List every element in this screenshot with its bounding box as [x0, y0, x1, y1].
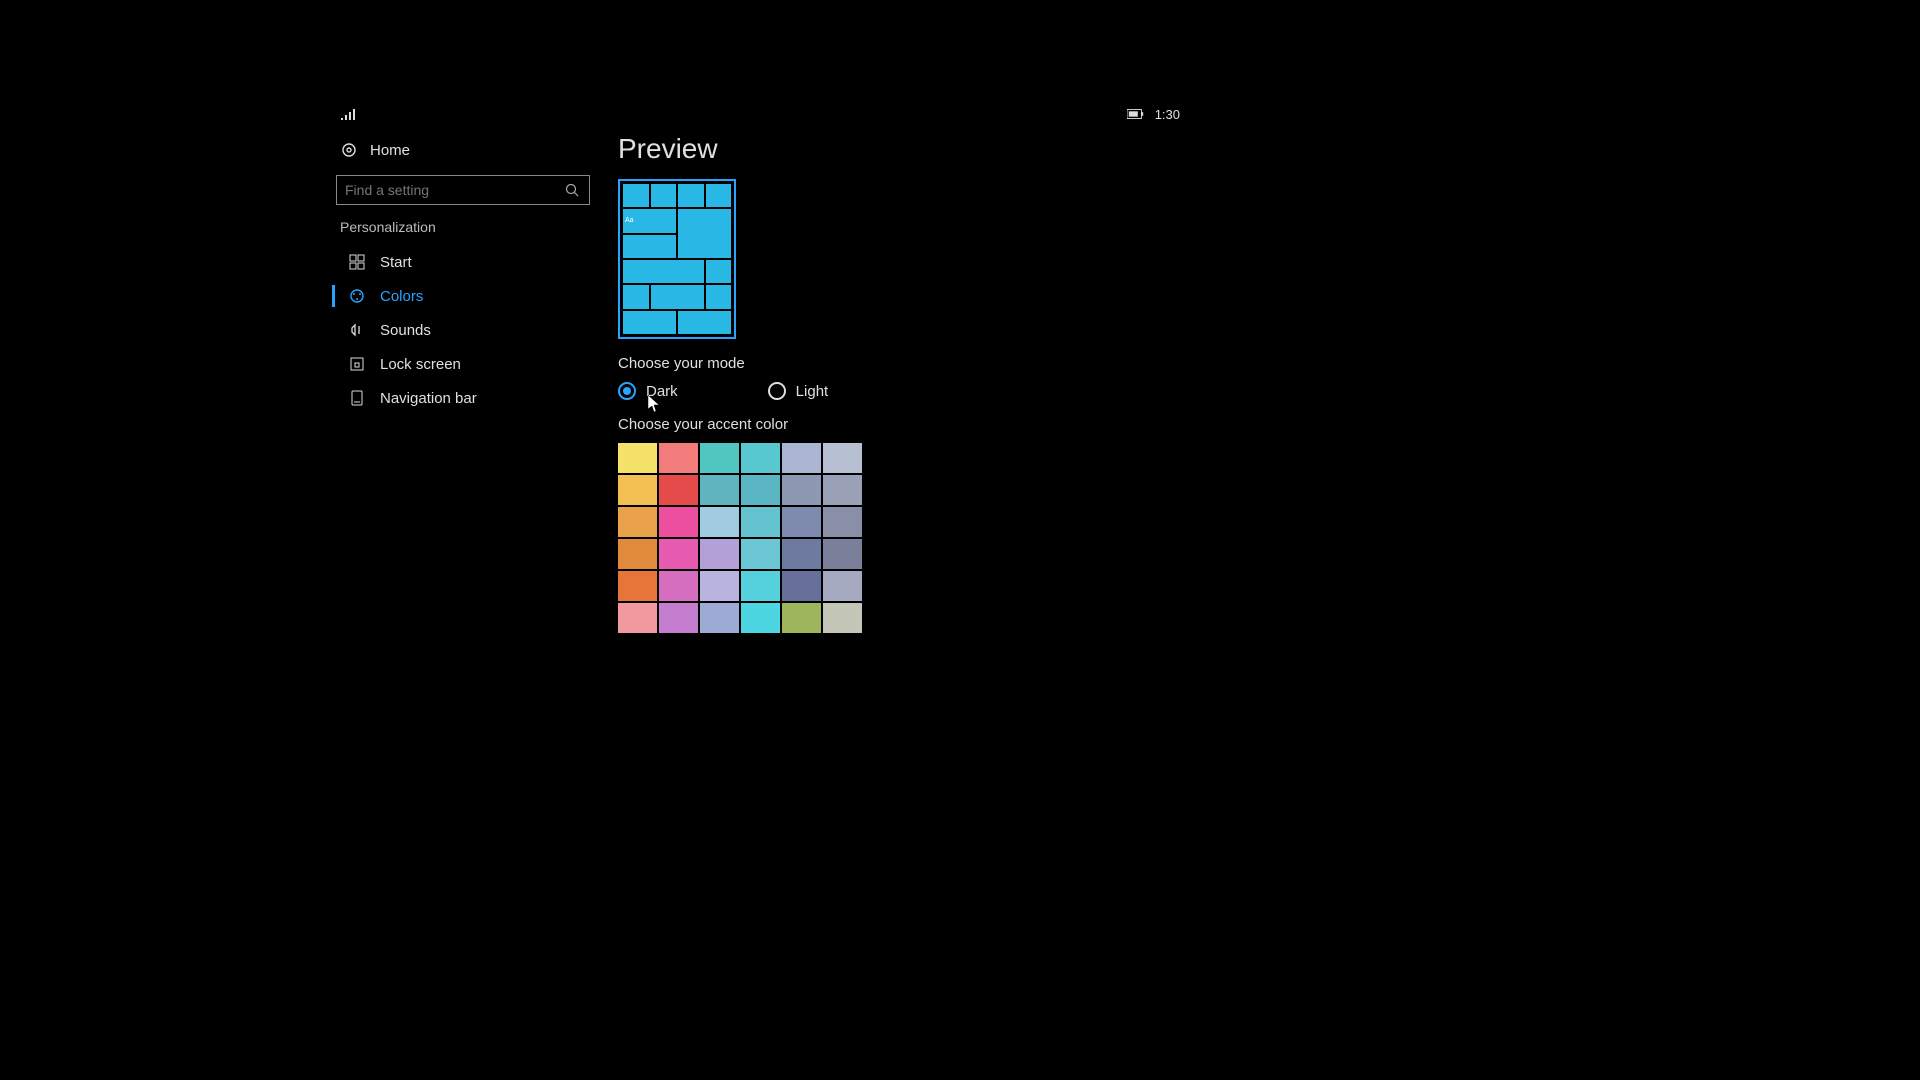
home-label: Home [370, 142, 410, 159]
accent-swatch[interactable] [782, 571, 821, 601]
preview-tile [623, 285, 649, 308]
accent-label: Choose your accent color [618, 416, 1180, 433]
sidebar-item-sounds[interactable]: Sounds [332, 313, 598, 347]
accent-swatch[interactable] [741, 539, 780, 569]
sidebar-item-label: Navigation bar [380, 390, 477, 407]
sidebar-item-colors[interactable]: Colors [332, 279, 598, 313]
sidebar-item-label: Colors [380, 288, 423, 305]
sidebar-item-label: Lock screen [380, 356, 461, 373]
sidebar-item-lock-screen[interactable]: Lock screen [332, 347, 598, 381]
main-panel: Preview Aa Choose your mode [598, 125, 1192, 647]
accent-swatch[interactable] [782, 603, 821, 633]
accent-swatch[interactable] [618, 443, 657, 473]
accent-swatch[interactable] [659, 443, 698, 473]
accent-swatch[interactable] [782, 475, 821, 505]
status-bar: 1:30 [328, 103, 1192, 125]
accent-swatch[interactable] [741, 603, 780, 633]
accent-color-grid [618, 443, 1180, 633]
gear-icon [340, 141, 358, 159]
sidebar-item-navigation-bar[interactable]: Navigation bar [332, 381, 598, 415]
accent-swatch[interactable] [782, 507, 821, 537]
navigation-icon [348, 389, 366, 407]
accent-swatch[interactable] [659, 539, 698, 569]
accent-swatch[interactable] [823, 507, 862, 537]
start-icon [348, 253, 366, 271]
radio-icon [768, 382, 786, 400]
preview-tile-text: Aa [623, 209, 676, 232]
accent-swatch[interactable] [823, 571, 862, 601]
accent-swatch[interactable] [741, 475, 780, 505]
home-button[interactable]: Home [332, 135, 598, 165]
accent-swatch[interactable] [618, 539, 657, 569]
mode-label: Choose your mode [618, 355, 1180, 372]
theme-preview: Aa [618, 179, 736, 339]
accent-swatch[interactable] [659, 603, 698, 633]
accent-swatch[interactable] [700, 443, 739, 473]
search-input[interactable] [336, 175, 590, 205]
mouse-cursor [648, 395, 660, 413]
accent-swatch[interactable] [823, 475, 862, 505]
settings-screen: 1:30 Home Personalization S [320, 95, 1200, 655]
preview-tile [706, 184, 732, 207]
accent-swatch[interactable] [659, 571, 698, 601]
preview-tile [623, 260, 704, 283]
accent-swatch[interactable] [659, 507, 698, 537]
accent-swatch[interactable] [741, 443, 780, 473]
category-label: Personalization [332, 215, 598, 239]
accent-swatch[interactable] [700, 571, 739, 601]
sidebar-item-label: Sounds [380, 322, 431, 339]
radio-icon [618, 382, 636, 400]
search-field[interactable] [345, 182, 563, 198]
colors-icon [348, 287, 366, 305]
preview-tile [623, 184, 649, 207]
sidebar-item-start[interactable]: Start [332, 245, 598, 279]
signal-icon [340, 105, 358, 123]
mode-light-radio[interactable]: Light [768, 382, 829, 400]
accent-swatch[interactable] [700, 539, 739, 569]
accent-swatch[interactable] [700, 603, 739, 633]
battery-icon [1127, 105, 1145, 123]
preview-tile [678, 311, 731, 334]
accent-swatch[interactable] [782, 443, 821, 473]
accent-swatch[interactable] [741, 507, 780, 537]
clock: 1:30 [1155, 107, 1180, 122]
lock-icon [348, 355, 366, 373]
accent-swatch[interactable] [700, 475, 739, 505]
accent-swatch[interactable] [618, 571, 657, 601]
preview-tile [651, 184, 677, 207]
preview-tile [706, 285, 732, 308]
accent-swatch[interactable] [618, 475, 657, 505]
accent-swatch[interactable] [741, 571, 780, 601]
accent-swatch[interactable] [823, 443, 862, 473]
accent-swatch[interactable] [618, 507, 657, 537]
preview-tile [651, 285, 704, 308]
preview-tile [706, 260, 732, 283]
preview-tile [623, 235, 676, 258]
accent-swatch[interactable] [659, 475, 698, 505]
preview-heading: Preview [618, 133, 1180, 165]
preview-tile [623, 311, 676, 334]
accent-swatch[interactable] [700, 507, 739, 537]
sidebar: Home Personalization Start Colors [328, 125, 598, 647]
preview-tile [678, 184, 704, 207]
accent-swatch[interactable] [782, 539, 821, 569]
accent-swatch[interactable] [823, 539, 862, 569]
accent-swatch[interactable] [823, 603, 862, 633]
sounds-icon [348, 321, 366, 339]
preview-tile [678, 209, 731, 258]
sidebar-item-label: Start [380, 254, 412, 271]
accent-swatch[interactable] [618, 603, 657, 633]
search-icon [563, 181, 581, 199]
radio-label: Light [796, 383, 829, 400]
